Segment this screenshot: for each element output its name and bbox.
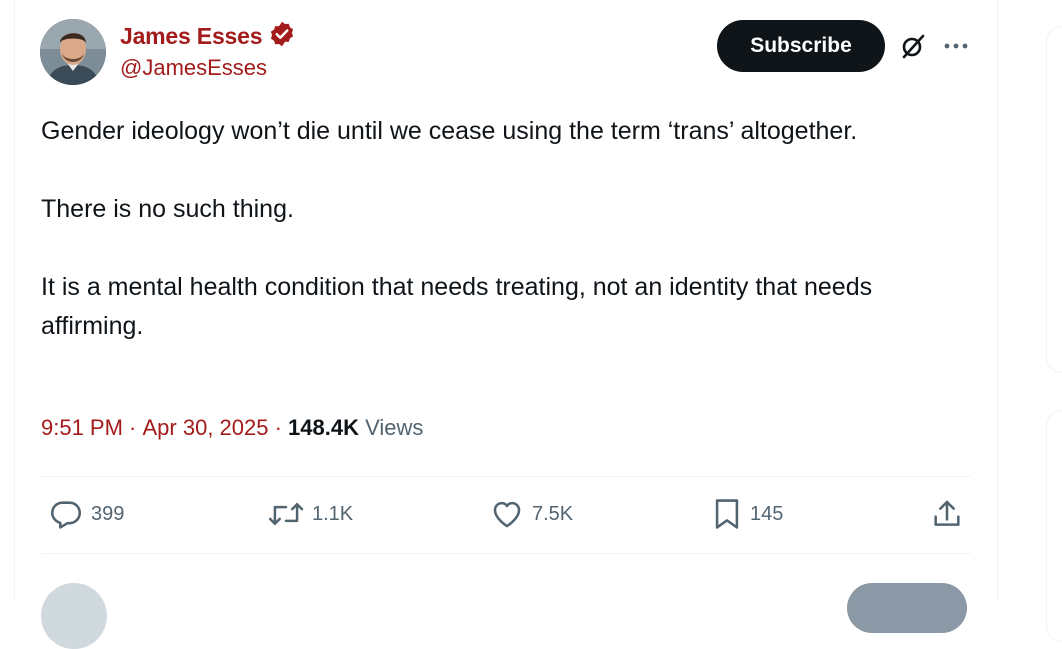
tweet-text: Gender ideology won’t die until we cease… xyxy=(41,112,981,346)
avatar[interactable] xyxy=(40,19,106,85)
views-count: 148.4K xyxy=(288,415,359,440)
verified-badge-icon xyxy=(268,20,296,53)
tweet-paragraph: There is no such thing. xyxy=(41,195,294,223)
ellipsis-icon[interactable] xyxy=(943,36,969,56)
tweet-date[interactable]: Apr 30, 2025 xyxy=(143,415,269,441)
slashed-circle-icon[interactable] xyxy=(900,33,926,59)
tweet-paragraph: Gender ideology won’t die until we cease… xyxy=(41,117,858,145)
share-icon xyxy=(931,497,963,531)
bookmark-button[interactable]: 145 xyxy=(712,497,783,531)
reply-submit-button[interactable] xyxy=(847,583,967,633)
bookmark-icon xyxy=(712,497,742,531)
avatar-image xyxy=(40,19,106,85)
sidebar-card xyxy=(1046,26,1062,373)
meta-separator: · xyxy=(268,415,289,440)
reply-button[interactable]: 399 xyxy=(49,497,124,531)
repost-count: 1.1K xyxy=(312,502,354,525)
subscribe-button[interactable]: Subscribe xyxy=(717,20,885,72)
reply-icon xyxy=(49,497,83,531)
tweet-time[interactable]: 9:51 PM xyxy=(41,415,123,441)
author-handle[interactable]: @JamesEsses xyxy=(120,55,267,81)
like-count: 7.5K xyxy=(532,502,574,525)
heart-icon xyxy=(490,497,524,531)
repost-button[interactable]: 1.1K xyxy=(268,497,353,531)
like-button[interactable]: 7.5K xyxy=(490,497,573,531)
sidebar-card xyxy=(1046,410,1062,642)
reply-avatar xyxy=(41,583,107,649)
views-label: Views xyxy=(365,415,424,440)
bookmark-count: 145 xyxy=(750,502,784,525)
repost-icon xyxy=(268,497,304,531)
share-button[interactable] xyxy=(931,497,963,531)
meta-separator: · xyxy=(122,415,143,440)
tweet-paragraph: It is a mental health condition that nee… xyxy=(41,273,873,340)
divider xyxy=(41,553,971,554)
divider xyxy=(41,476,971,477)
tweet-meta: 9:51 PM · Apr 30, 2025 · 148.4K Views xyxy=(41,415,423,441)
left-gutter xyxy=(0,0,15,600)
author-name[interactable]: James Esses xyxy=(120,23,263,50)
reply-count: 399 xyxy=(91,502,125,525)
author-name-row[interactable]: James Esses xyxy=(120,20,296,53)
